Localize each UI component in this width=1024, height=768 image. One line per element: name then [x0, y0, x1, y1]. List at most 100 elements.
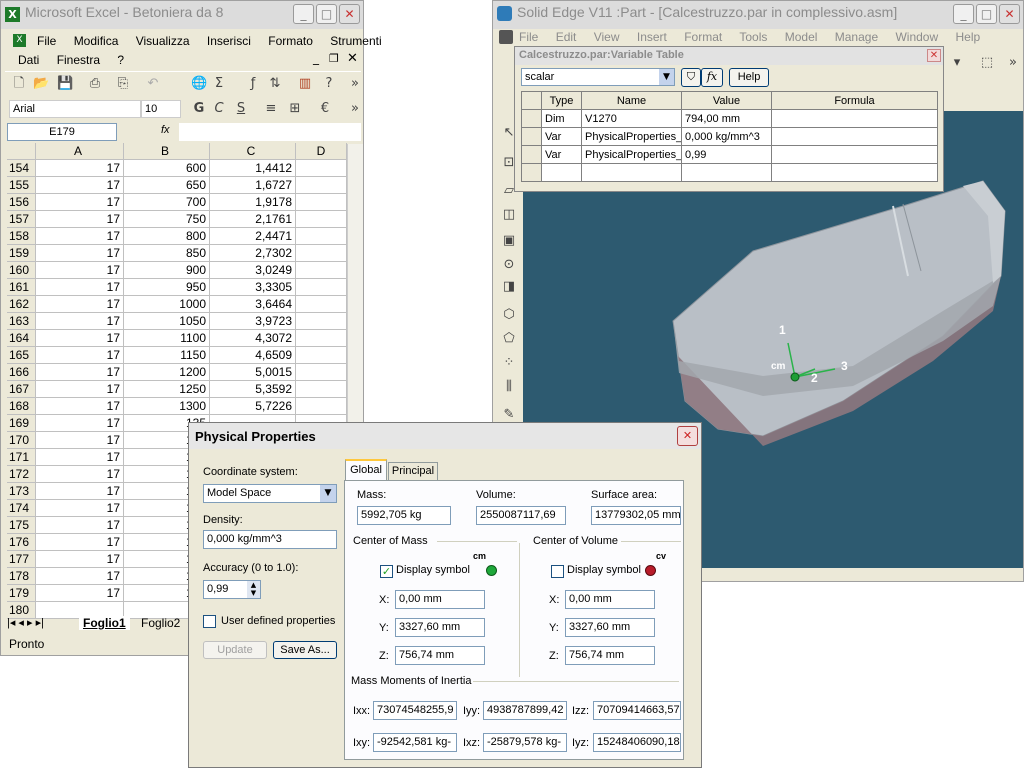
- table-row[interactable]: Dim V1270 794,00 mm: [521, 109, 938, 128]
- pattern-icon[interactable]: ⁘: [501, 355, 517, 371]
- cell-d[interactable]: [296, 398, 347, 415]
- cell-a[interactable]: 17: [36, 296, 124, 313]
- cell-b[interactable]: 800: [124, 228, 210, 245]
- cov-y-field[interactable]: 3327,60 mm: [565, 618, 655, 637]
- density-field[interactable]: 0,000 kg/mm^3: [203, 530, 337, 549]
- select-all-corner[interactable]: [7, 143, 36, 160]
- menu-format[interactable]: Format: [684, 30, 722, 44]
- solidedge-titlebar[interactable]: Solid Edge V11 :Part - [Calcestruzzo.par…: [493, 1, 1023, 29]
- cell-b[interactable]: 850: [124, 245, 210, 262]
- doc-restore-icon[interactable]: ❐: [329, 52, 339, 65]
- cell-a[interactable]: 17: [36, 347, 124, 364]
- cell-c[interactable]: 3,9723: [210, 313, 296, 330]
- cell-c[interactable]: 2,4471: [210, 228, 296, 245]
- cell-a[interactable]: 17: [36, 500, 124, 517]
- vartable-close-button[interactable]: ✕: [927, 49, 941, 62]
- sheet-nav-icons[interactable]: |◂ ◂ ▸ ▸|: [7, 616, 44, 629]
- merge-icon[interactable]: ⊞: [287, 101, 303, 117]
- row-header[interactable]: 154: [7, 160, 36, 177]
- value-cell[interactable]: 0,99: [681, 145, 772, 164]
- menu-dati[interactable]: Dati: [18, 53, 39, 67]
- cell-b[interactable]: 600: [124, 160, 210, 177]
- undo-icon[interactable]: ↶: [145, 76, 161, 92]
- menu-inserisci[interactable]: Inserisci: [207, 34, 251, 48]
- close-button[interactable]: ✕: [339, 4, 360, 24]
- row-header[interactable]: [521, 109, 542, 128]
- table-row[interactable]: Var PhysicalProperties_/ 0,99: [521, 145, 938, 164]
- row-header[interactable]: 171: [7, 449, 36, 466]
- cell-b[interactable]: 700: [124, 194, 210, 211]
- row-header[interactable]: 168: [7, 398, 36, 415]
- cell-d[interactable]: [296, 262, 347, 279]
- font-size-select[interactable]: 10: [141, 100, 181, 118]
- save-icon[interactable]: 💾: [57, 76, 73, 92]
- cell-b[interactable]: 1100: [124, 330, 210, 347]
- sort-icon[interactable]: ⇅: [267, 76, 283, 92]
- row-header[interactable]: 161: [7, 279, 36, 296]
- font-select[interactable]: Arial: [9, 100, 141, 118]
- menu-insert[interactable]: Insert: [637, 30, 667, 44]
- value-cell[interactable]: 0,000 kg/mm^3: [681, 127, 772, 146]
- formula-cell[interactable]: [771, 145, 938, 164]
- cell-a[interactable]: 17: [36, 381, 124, 398]
- row-header[interactable]: 164: [7, 330, 36, 347]
- cell-c[interactable]: 1,4412: [210, 160, 296, 177]
- cell-a[interactable]: 17: [36, 585, 124, 602]
- mass-field[interactable]: 5992,705 kg: [357, 506, 451, 525]
- cell-a[interactable]: 17: [36, 517, 124, 534]
- empty-cell[interactable]: [581, 163, 682, 182]
- iyz-field[interactable]: 15248406090,18: [593, 733, 681, 752]
- cell-d[interactable]: [296, 160, 347, 177]
- name-cell[interactable]: V1270: [581, 109, 682, 128]
- doc-minimize-icon[interactable]: _: [313, 51, 319, 65]
- row-header[interactable]: [521, 163, 542, 182]
- cell-d[interactable]: [296, 364, 347, 381]
- solidedge-doc-icon[interactable]: [499, 30, 513, 44]
- cell-a[interactable]: 17: [36, 228, 124, 245]
- tab-global[interactable]: Global: [345, 459, 387, 480]
- row-header[interactable]: 170: [7, 432, 36, 449]
- hole-icon[interactable]: ⊙: [501, 257, 517, 273]
- copy-icon[interactable]: ⎘: [115, 76, 131, 92]
- row-header[interactable]: 177: [7, 551, 36, 568]
- izz-field[interactable]: 70709414663,57: [593, 701, 681, 720]
- com-y-field[interactable]: 3327,60 mm: [395, 618, 485, 637]
- table-row-empty[interactable]: [521, 163, 938, 182]
- draft-icon[interactable]: ⬠: [501, 331, 517, 347]
- name-cell[interactable]: PhysicalProperties_/: [581, 145, 682, 164]
- row-header[interactable]: 165: [7, 347, 36, 364]
- align-left-icon[interactable]: ≡: [263, 101, 279, 117]
- row-header[interactable]: 157: [7, 211, 36, 228]
- minimize-button[interactable]: _: [953, 4, 974, 24]
- cell-b[interactable]: 1000: [124, 296, 210, 313]
- cell-c[interactable]: 3,0249: [210, 262, 296, 279]
- round-icon[interactable]: ◨: [501, 279, 517, 295]
- open-icon[interactable]: 📂: [33, 76, 49, 92]
- row-header[interactable]: 175: [7, 517, 36, 534]
- cell-d[interactable]: [296, 211, 347, 228]
- header-name[interactable]: Name: [581, 91, 682, 110]
- cell-c[interactable]: 5,3592: [210, 381, 296, 398]
- cell-c[interactable]: 2,7302: [210, 245, 296, 262]
- chart-icon[interactable]: ▥: [297, 76, 313, 92]
- volume-field[interactable]: 2550087117,69: [476, 506, 566, 525]
- menu-help[interactable]: ?: [117, 53, 124, 67]
- cell-a[interactable]: 17: [36, 211, 124, 228]
- filter-dropdown-icon[interactable]: ▼: [659, 69, 674, 85]
- close-button[interactable]: ✕: [999, 4, 1020, 24]
- shell-icon[interactable]: ⬡: [501, 307, 517, 323]
- cell-a[interactable]: 17: [36, 534, 124, 551]
- update-button[interactable]: Update: [203, 641, 267, 659]
- dialog-titlebar[interactable]: Physical Properties ✕: [189, 423, 701, 449]
- cell-d[interactable]: [296, 381, 347, 398]
- tab-principal[interactable]: Principal: [388, 462, 438, 480]
- ixz-field[interactable]: -25879,578 kg-: [483, 733, 567, 752]
- coordinate-system-select[interactable]: Model Space: [203, 484, 337, 503]
- cell-a[interactable]: 17: [36, 194, 124, 211]
- display-cm-symbol-checkbox[interactable]: ✓: [380, 565, 393, 578]
- excel-titlebar[interactable]: X Microsoft Excel - Betoniera da 8 _ □ ✕: [1, 1, 363, 29]
- ixy-field[interactable]: -92542,581 kg-: [373, 733, 457, 752]
- iyy-field[interactable]: 4938787899,42: [483, 701, 567, 720]
- menu-window[interactable]: Window: [895, 30, 938, 44]
- row-header[interactable]: 155: [7, 177, 36, 194]
